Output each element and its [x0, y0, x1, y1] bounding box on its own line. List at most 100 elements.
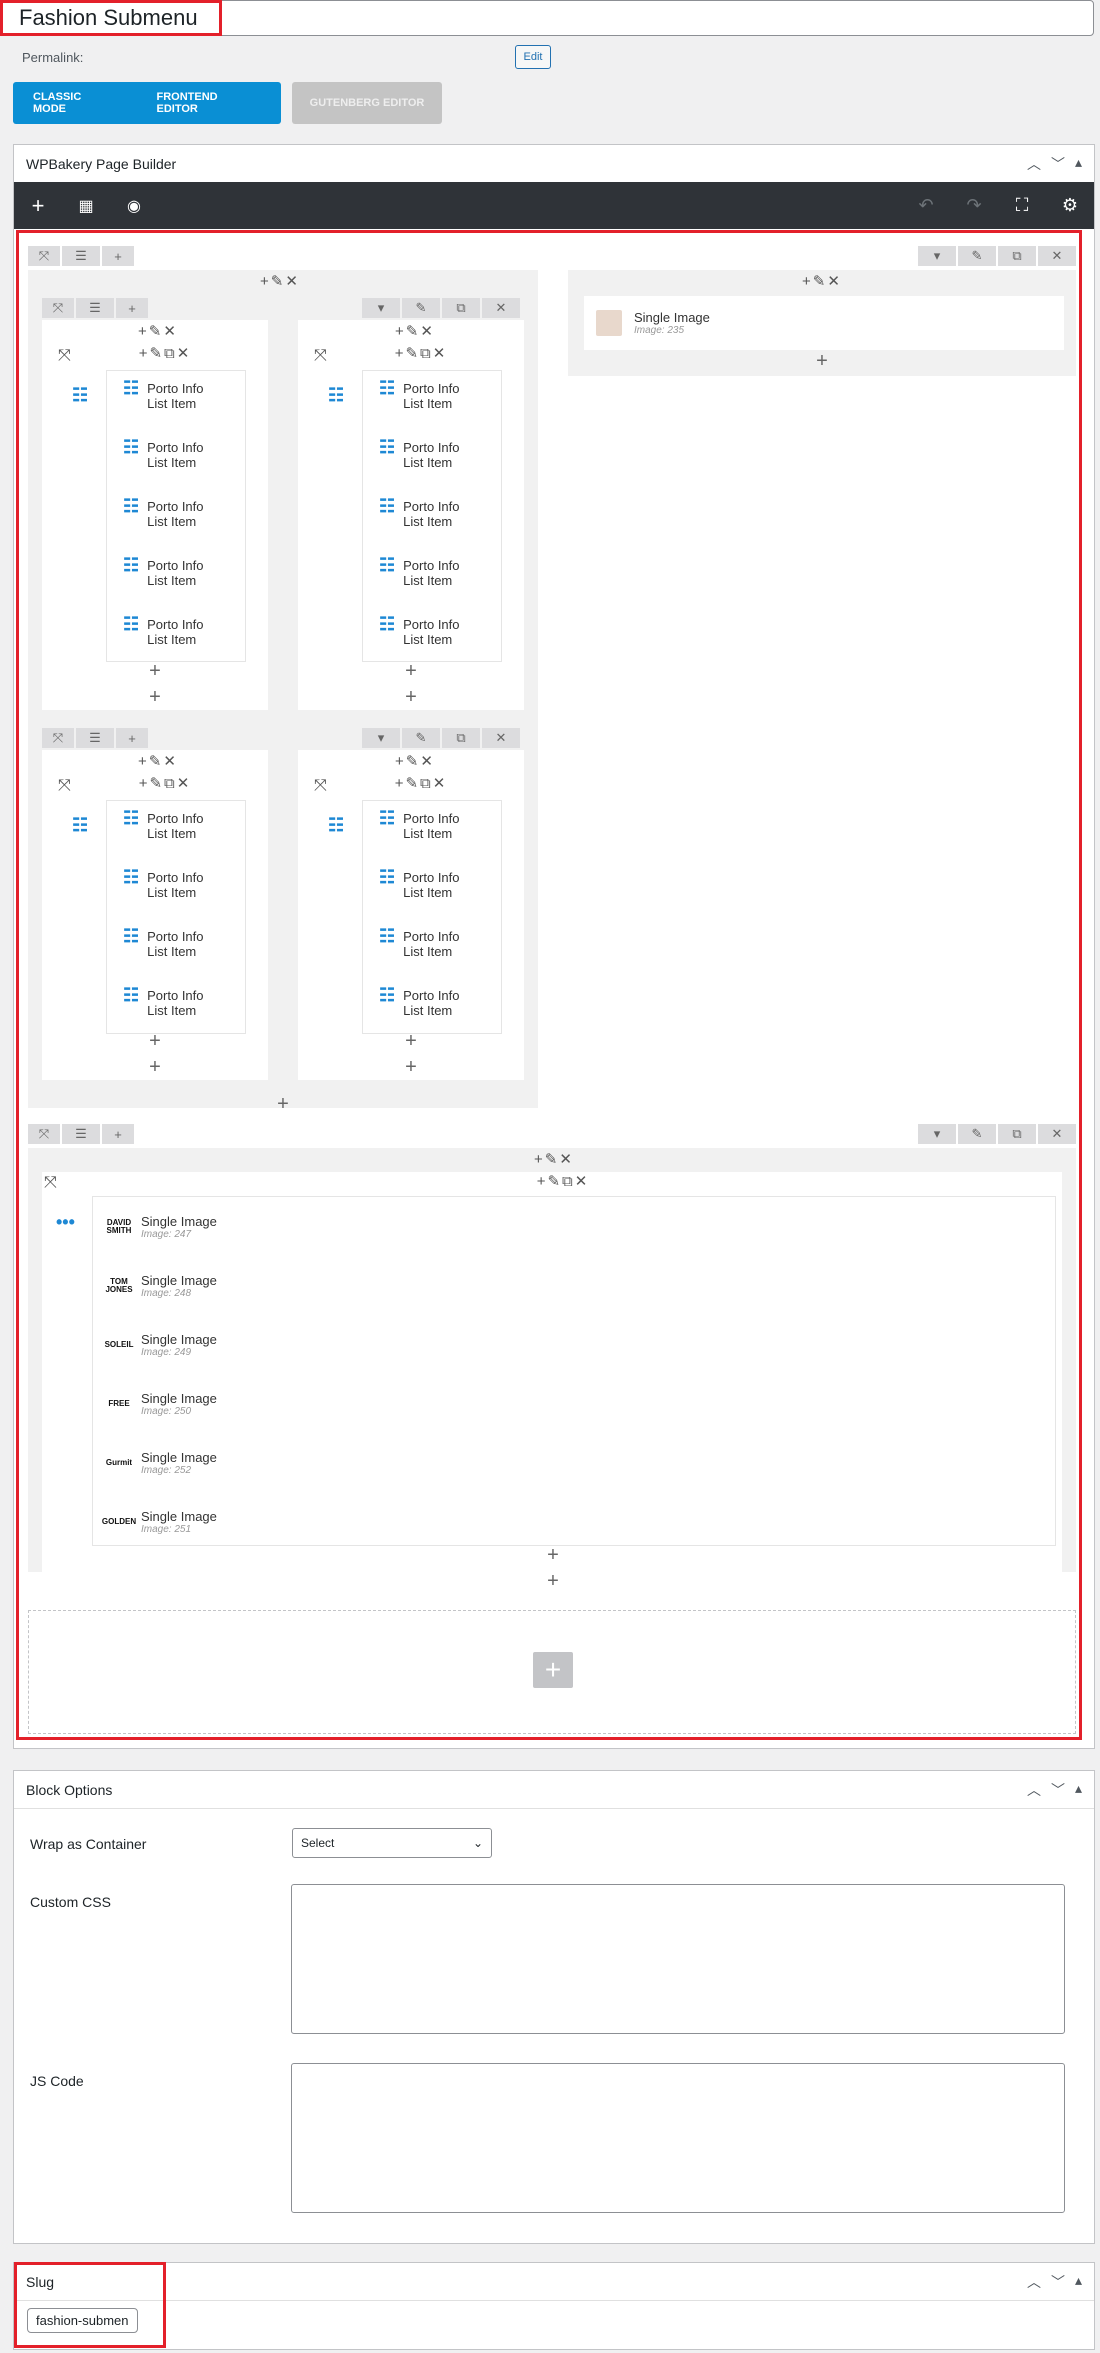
classic-mode-button[interactable]: CLASSIC MODE — [13, 91, 137, 115]
inner-row-move-icon[interactable]: ⤧ — [42, 728, 74, 748]
inner-row-clone-icon[interactable]: ⧉ — [442, 298, 480, 318]
add-element-plus[interactable]: + — [401, 1030, 421, 1053]
inner-column-controls[interactable]: +✎✕ — [385, 322, 445, 340]
column-controls[interactable]: +✎✕ — [250, 272, 310, 290]
container-controls[interactable]: +✎⧉✕ — [386, 344, 456, 362]
more-icon[interactable]: ••• — [56, 1212, 75, 1233]
js-code-textarea[interactable] — [291, 2063, 1065, 2213]
wrap-container-select[interactable]: Select ⌄ — [292, 1828, 492, 1858]
list-item[interactable]: ☷ Porto Info List Item — [107, 860, 245, 919]
add-element-plus[interactable]: + — [543, 1570, 563, 1593]
expand-icon[interactable]: ⤧ — [314, 777, 327, 795]
inner-row-add-icon[interactable]: + — [116, 728, 148, 748]
row-add-icon[interactable]: + — [102, 246, 134, 266]
add-element-plus[interactable]: + — [145, 1030, 165, 1053]
list-item[interactable]: ☷ Porto Info List Item — [363, 860, 501, 919]
fullscreen-icon[interactable]: ⛶ — [998, 182, 1046, 229]
undo-icon[interactable]: ↶ — [902, 182, 950, 229]
container-controls[interactable]: +✎⧉✕ — [528, 1172, 598, 1190]
expand-icon[interactable]: ⤧ — [314, 347, 327, 365]
redo-icon[interactable]: ↷ — [950, 182, 998, 229]
move-down-icon[interactable]: ﹀ — [1051, 1780, 1065, 1800]
add-element-plus[interactable]: + — [401, 686, 421, 709]
container-controls[interactable]: +✎⧉✕ — [130, 774, 200, 792]
list-item[interactable]: ☷ Porto Info List Item — [363, 371, 501, 430]
add-element-plus[interactable]: + — [401, 1056, 421, 1079]
row-toggle-icon[interactable]: ▾ — [918, 246, 956, 266]
expand-icon[interactable]: ⤧ — [44, 1174, 57, 1192]
inner-row-delete-icon[interactable]: ✕ — [482, 298, 520, 318]
row-edit-icon[interactable]: ✎ — [958, 1124, 996, 1144]
row-edit-icon[interactable]: ✎ — [958, 246, 996, 266]
list-item[interactable]: ☷ Porto Info List Item — [107, 489, 245, 548]
row-clone-icon[interactable]: ⧉ — [998, 246, 1036, 266]
inner-column-controls[interactable]: +✎✕ — [128, 322, 188, 340]
inner-row-edit-icon[interactable]: ✎ — [402, 728, 440, 748]
list-item[interactable]: ☷ Porto Info List Item — [363, 978, 501, 1037]
brand-image-item[interactable]: GOLDEN Single Image Image: 251 — [93, 1492, 1055, 1551]
container-controls[interactable]: +✎⧉✕ — [130, 344, 200, 362]
row-move-icon[interactable]: ⤧ — [28, 246, 60, 266]
list-item[interactable]: ☷ Porto Info List Item — [107, 607, 245, 666]
row-clone-icon[interactable]: ⧉ — [998, 1124, 1036, 1144]
move-up-icon[interactable]: ︿ — [1027, 1780, 1041, 1800]
list-item[interactable]: ☷ Porto Info List Item — [363, 548, 501, 607]
add-element-plus[interactable]: + — [145, 1056, 165, 1079]
add-element-plus[interactable]: + — [812, 350, 832, 373]
list-item[interactable]: ☷ Porto Info List Item — [363, 430, 501, 489]
brand-image-item[interactable]: SOLEIL Single Image Image: 249 — [93, 1315, 1055, 1374]
inner-row-toggle-icon[interactable]: ▾ — [362, 298, 400, 318]
inner-column-controls[interactable]: +✎✕ — [128, 752, 188, 770]
inner-row-edit-icon[interactable]: ✎ — [402, 298, 440, 318]
toggle-panel-icon[interactable]: ▴ — [1075, 1780, 1082, 1800]
list-item[interactable]: ☷ Porto Info List Item — [107, 548, 245, 607]
expand-icon[interactable]: ⤧ — [58, 347, 71, 365]
row-delete-icon[interactable]: ✕ — [1038, 246, 1076, 266]
list-item[interactable]: ☷ Porto Info List Item — [107, 801, 245, 860]
expand-icon[interactable]: ⤧ — [58, 777, 71, 795]
inner-row-delete-icon[interactable]: ✕ — [482, 728, 520, 748]
inner-row-layout-icon[interactable]: ☰ — [76, 298, 114, 318]
add-element-plus[interactable]: + — [543, 1544, 563, 1567]
list-item[interactable]: ☷ Porto Info List Item — [363, 919, 501, 978]
inner-row-layout-icon[interactable]: ☰ — [76, 728, 114, 748]
permalink-edit-button[interactable]: Edit — [515, 45, 551, 69]
toggle-panel-icon[interactable]: ▴ — [1075, 154, 1082, 174]
settings-icon[interactable]: ⚙ — [1046, 182, 1094, 229]
add-element-plus[interactable]: + — [273, 1093, 293, 1116]
brand-image-item[interactable]: DAVID SMITH Single Image Image: 247 — [93, 1197, 1055, 1256]
row-add-icon[interactable]: + — [102, 1124, 134, 1144]
inner-row-add-icon[interactable]: + — [116, 298, 148, 318]
list-item[interactable]: ☷ Porto Info List Item — [107, 919, 245, 978]
move-down-icon[interactable]: ﹀ — [1051, 2272, 1065, 2292]
brand-image-item[interactable]: FREE Single Image Image: 250 — [93, 1374, 1055, 1433]
list-item[interactable]: ☷ Porto Info List Item — [363, 801, 501, 860]
list-item[interactable]: ☷ Porto Info List Item — [107, 978, 245, 1037]
frontend-icon[interactable]: ◉ — [110, 182, 158, 229]
add-element-plus[interactable]: + — [145, 686, 165, 709]
row-toggle-icon[interactable]: ▾ — [918, 1124, 956, 1144]
row-layout-icon[interactable]: ☰ — [62, 246, 100, 266]
brand-image-item[interactable]: TOM JONES Single Image Image: 248 — [93, 1256, 1055, 1315]
inner-column-controls[interactable]: +✎✕ — [385, 752, 445, 770]
column-controls[interactable]: +✎✕ — [524, 1150, 584, 1168]
inner-row-clone-icon[interactable]: ⧉ — [442, 728, 480, 748]
list-item[interactable]: ☷ Porto Info List Item — [363, 489, 501, 548]
add-element-plus[interactable]: + — [145, 660, 165, 683]
templates-icon[interactable]: ▦ — [62, 182, 110, 229]
list-item[interactable]: ☷ Porto Info List Item — [107, 430, 245, 489]
single-image-element[interactable]: Single Image Image: 235 — [584, 296, 1064, 350]
move-up-icon[interactable]: ︿ — [1027, 2272, 1041, 2292]
row-move-icon[interactable]: ⤧ — [28, 1124, 60, 1144]
list-item[interactable]: ☷ Porto Info List Item — [363, 607, 501, 666]
inner-row-toggle-icon[interactable]: ▾ — [362, 728, 400, 748]
frontend-editor-button[interactable]: FRONTEND EDITOR — [137, 91, 281, 115]
container-controls[interactable]: +✎⧉✕ — [386, 774, 456, 792]
list-item[interactable]: ☷ Porto Info List Item — [107, 371, 245, 430]
add-row-button[interactable]: + — [533, 1652, 573, 1688]
inner-row-move-icon[interactable]: ⤧ — [42, 298, 74, 318]
brand-image-item[interactable]: Gurmit Single Image Image: 252 — [93, 1433, 1055, 1492]
move-down-icon[interactable]: ﹀ — [1051, 154, 1065, 174]
custom-css-textarea[interactable] — [291, 1884, 1065, 2034]
row-layout-icon[interactable]: ☰ — [62, 1124, 100, 1144]
